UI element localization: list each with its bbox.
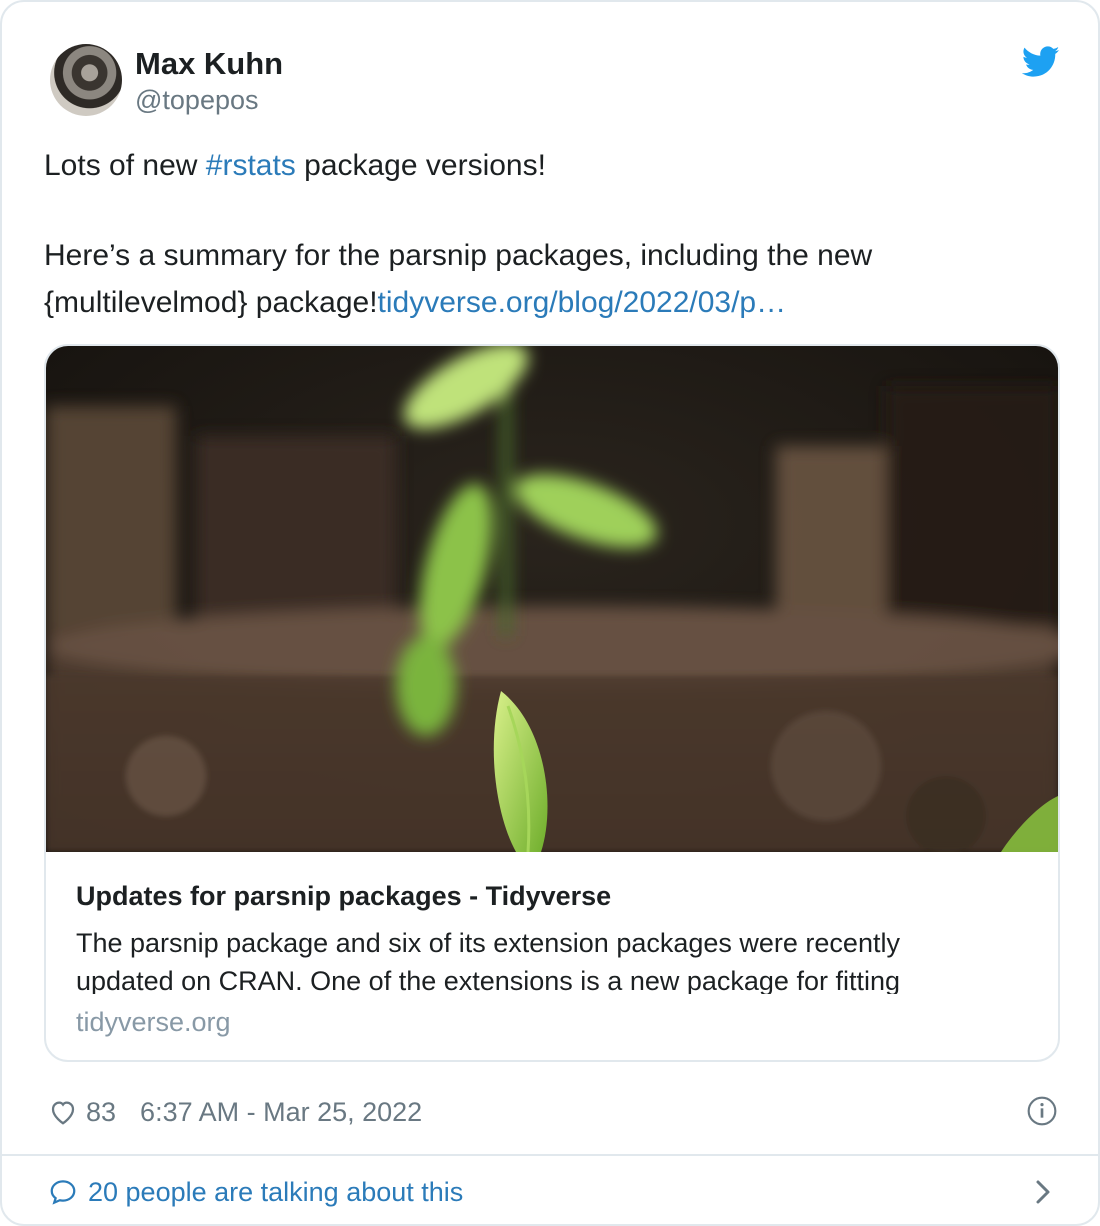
hashtag-link[interactable]: #rstats [206,149,296,182]
info-icon[interactable] [1026,1095,1058,1127]
tweet-timestamp[interactable]: 6:37 AM - Mar 25, 2022 [140,1097,422,1128]
tweet-line-2: Here’s a summary for the parsnip package… [44,239,873,272]
article-link[interactable]: tidyverse.org/blog/2022/03/p… [378,286,787,319]
card-domain: tidyverse.org [76,1007,231,1037]
tweet-text-segment: Lots of new [44,149,206,182]
author-avatar[interactable] [50,44,122,116]
heart-icon[interactable] [48,1097,78,1127]
author-name[interactable]: Max Kuhn [135,46,283,82]
tweet-text-segment: {multilevelmod} package! [44,286,378,319]
like-count[interactable]: 83 [86,1097,116,1128]
tweet-line-1: Lots of new #rstats package versions! [44,142,1054,189]
footer-divider [2,1154,1098,1156]
chevron-right-icon[interactable] [1032,1177,1054,1207]
author-handle[interactable]: @topepos [135,84,259,116]
link-preview-card[interactable]: Updates for parsnip packages - Tidyverse… [44,344,1060,1062]
tweet-meta: 83 6:37 AM - Mar 25, 2022 [48,1092,422,1132]
tweet-line-3: {multilevelmod} package!tidyverse.org/bl… [44,279,1054,326]
speech-bubble-icon [50,1180,76,1205]
twitter-bird-icon[interactable] [1022,46,1060,78]
embedded-tweet: Max Kuhn @topepos Lots of new #rstats pa… [0,0,1100,1226]
card-description: The parsnip package and six of its exten… [76,928,900,994]
tweet-text: Lots of new #rstats package versions! He… [44,142,1054,326]
card-image-seedling [46,346,1058,852]
card-title: Updates for parsnip packages - Tidyverse [76,881,612,911]
conversation-link[interactable]: 20 people are talking about this [48,1172,463,1212]
conversation-count[interactable]: 20 people are talking about this [88,1177,463,1208]
tweet-text-segment: package versions! [295,149,546,182]
